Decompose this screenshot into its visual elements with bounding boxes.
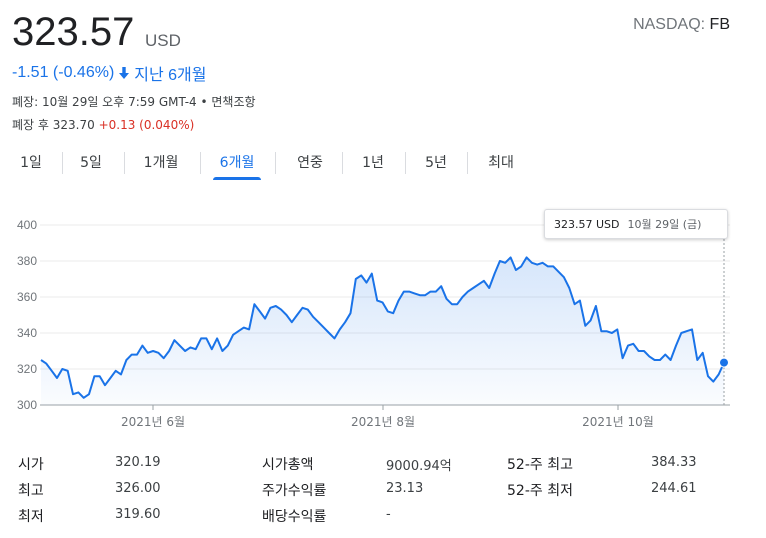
tab-0[interactable]: 1일: [10, 148, 52, 180]
stat-value: 320.19: [115, 455, 161, 470]
tab-6[interactable]: 5년: [418, 148, 454, 180]
after-hours-info: 폐장 후 323.70 +0.13 (0.040%): [12, 116, 194, 133]
ticker-symbol: FB: [709, 16, 730, 33]
stat-value: 326.00: [115, 481, 161, 496]
y-tick-label: 360: [17, 290, 37, 304]
tab-divider: [275, 152, 276, 174]
stat-label: 주가수익률: [262, 483, 327, 499]
tab-label: 1개월: [143, 155, 179, 171]
x-tick-label: 2021년 6월: [121, 415, 185, 429]
price-area: [41, 257, 724, 405]
stat-value: 319.60: [115, 507, 161, 522]
stat-label: 시가: [18, 457, 44, 473]
tab-1[interactable]: 5일: [70, 148, 112, 180]
tab-label: 1년: [362, 155, 384, 171]
tab-divider: [342, 152, 343, 174]
tab-label: 6개월: [219, 155, 255, 171]
exchange-name: NASDAQ:: [633, 16, 706, 33]
stat-label: 최고: [18, 483, 44, 499]
y-tick-label: 320: [17, 362, 37, 376]
tab-3[interactable]: 6개월: [213, 148, 261, 180]
exchange-ticker: NASDAQ: FB: [633, 16, 730, 34]
tab-divider: [467, 152, 468, 174]
arrow-down-icon: [118, 66, 130, 80]
stat-value: -: [386, 507, 391, 522]
stat-value: 23.13: [386, 481, 424, 496]
x-tick-label: 2021년 8월: [351, 415, 415, 429]
y-tick-label: 400: [17, 218, 37, 232]
tab-2[interactable]: 1개월: [130, 148, 192, 180]
stat-label: 시가총액: [262, 457, 314, 473]
stat-value: 9000.94억: [386, 459, 452, 474]
tab-label: 5년: [425, 155, 447, 171]
tab-label: 5일: [80, 155, 102, 171]
y-tick-label: 380: [17, 254, 37, 268]
price-change: -1.51 (-0.46%): [12, 64, 115, 81]
tab-divider: [62, 152, 63, 174]
tab-label: 1일: [20, 155, 42, 171]
period-label: 지난 6개월: [134, 67, 207, 84]
price-change-row: -1.51 (-0.46%) 지난 6개월: [12, 61, 207, 85]
tab-divider: [405, 152, 406, 174]
stat-label: 52-주 최고: [507, 457, 573, 473]
tab-5[interactable]: 1년: [355, 148, 391, 180]
tab-divider: [124, 152, 125, 174]
x-tick-label: 2021년 10월: [582, 415, 654, 429]
y-tick-label: 300: [17, 398, 37, 412]
hover-point: [719, 357, 729, 368]
after-hours-change: +0.13 (0.040%): [98, 118, 195, 132]
after-hours-price: 폐장 후 323.70: [12, 118, 95, 132]
stat-label: 최저: [18, 509, 44, 525]
close-info: 폐장: 10월 29일 오후 7:59 GMT-4 • 면책조항: [12, 95, 256, 109]
tab-label: 최대: [488, 155, 514, 171]
y-tick-label: 340: [17, 326, 37, 340]
tab-label: 연중: [297, 155, 323, 171]
stat-value: 384.33: [651, 455, 697, 470]
tooltip-date: 10월 29일 (금): [627, 218, 702, 231]
chart-tooltip: 323.57 USD 10월 29일 (금): [544, 209, 728, 239]
tab-7[interactable]: 최대: [478, 148, 524, 180]
tooltip-price: 323.57 USD: [554, 217, 620, 231]
currency-label: USD: [145, 31, 181, 50]
tab-divider: [200, 152, 201, 174]
current-price: 323.57: [12, 10, 135, 54]
stat-label: 배당수익률: [262, 509, 327, 525]
range-tabs: 1일 5일 1개월 6개월 연중 1년 5년 최대: [0, 148, 530, 180]
tab-4[interactable]: 연중: [287, 148, 333, 180]
stat-value: 244.61: [651, 481, 697, 496]
stat-label: 52-주 최저: [507, 483, 573, 499]
